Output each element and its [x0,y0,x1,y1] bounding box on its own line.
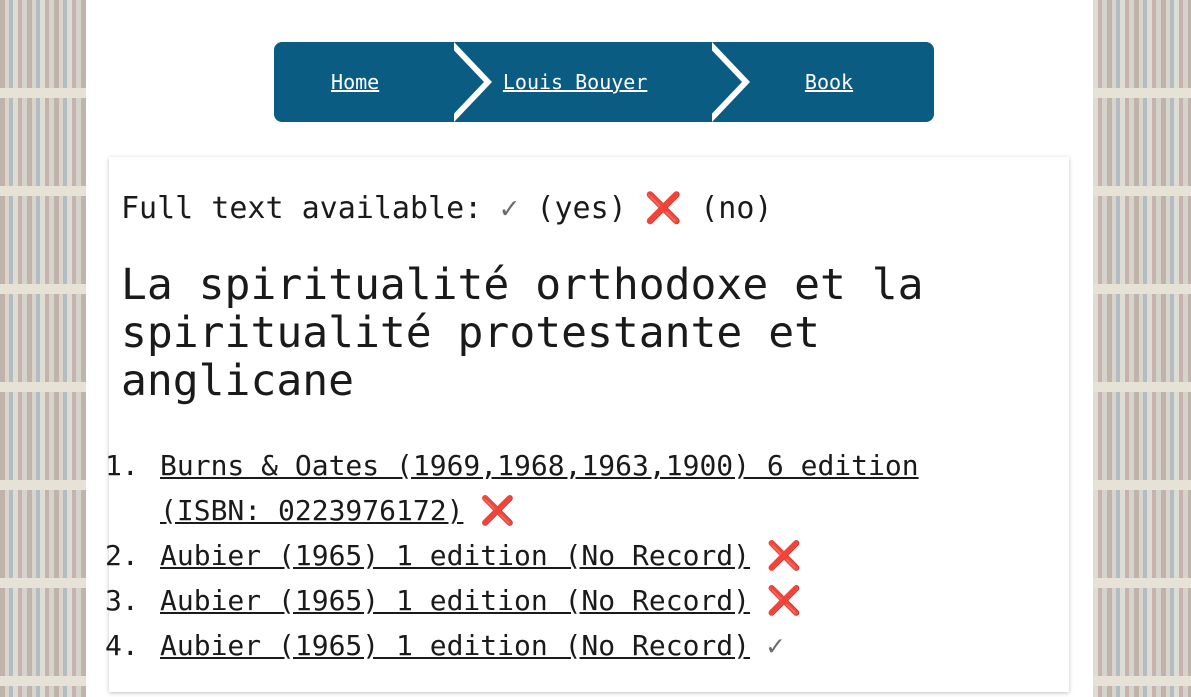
book-card: Full text available: ✓ (yes) ❌ (no) La s… [105,157,1069,692]
list-number: 3. [105,584,139,617]
cross-icon: ❌ [766,539,802,572]
legend-yes: (yes) [536,191,627,226]
list-number: 2. [105,539,139,572]
cross-icon: ❌ [644,191,683,226]
cross-icon: ❌ [480,494,516,527]
book-title: La spiritualité orthodoxe et la spiritua… [121,260,924,406]
edition-link[interactable]: Burns & Oates (1969,1968,1963,1900) 6 ed… [160,449,919,527]
list-number: 1. [105,449,139,482]
legend-no: (no) [700,191,773,226]
list-item: 1. Burns & Oates (1969,1968,1963,1900) 6… [105,443,1020,533]
full-text-legend: Full text available: ✓ (yes) ❌ (no) [121,191,772,226]
check-icon: ✓ [766,629,784,662]
list-number: 4. [105,629,139,662]
breadcrumb: Home Louis Bouyer Book [274,42,934,122]
edition-link[interactable]: Aubier (1965) 1 edition (No Record) [160,629,750,662]
list-item: 2. Aubier (1965) 1 edition (No Record) ❌ [105,533,1020,578]
list-item: 3. Aubier (1965) 1 edition (No Record) ❌ [105,578,1020,623]
cross-icon: ❌ [766,584,802,617]
edition-link[interactable]: Aubier (1965) 1 edition (No Record) [160,584,750,617]
breadcrumb-arrow [704,42,742,122]
list-item: 4. Aubier (1965) 1 edition (No Record) ✓ [105,623,1020,668]
check-icon: ✓ [500,191,519,226]
breadcrumb-home-link[interactable]: Home [274,42,493,122]
editions-list: 1. Burns & Oates (1969,1968,1963,1900) 6… [105,443,1020,668]
legend-label: Full text available: [121,191,483,226]
breadcrumb-arrow [446,42,485,122]
edition-link[interactable]: Aubier (1965) 1 edition (No Record) [160,539,750,572]
